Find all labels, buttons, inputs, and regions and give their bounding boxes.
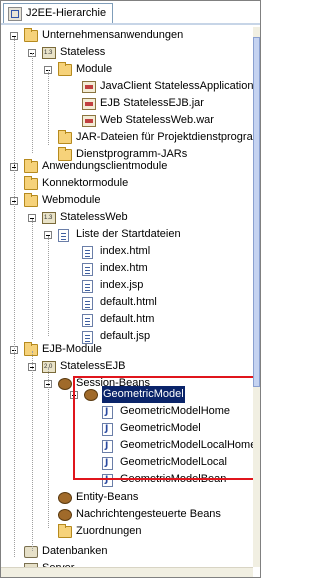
tree-node-ejb-module[interactable]: EJB-Module [1, 341, 253, 358]
file-icon [82, 263, 93, 276]
tree-node-label: JavaClient StatelessApplicationCli [100, 80, 261, 92]
tree-node-anwendungsclientmodule[interactable]: Anwendungsclientmodule [1, 158, 253, 175]
folder-icon [24, 193, 38, 207]
tree-node-label: Datenbanken [42, 545, 108, 557]
highlight-box [73, 376, 259, 480]
tree-node-label: Stateless [60, 46, 106, 58]
vertical-scrollbar[interactable] [253, 27, 260, 567]
bean-icon [58, 509, 72, 521]
tree-node-konnektormodule[interactable]: Konnektormodule [1, 175, 253, 192]
tree-node-jar-dateien[interactable]: JAR-Dateien für Projektdienstprogra [1, 129, 253, 146]
horizontal-scrollbar[interactable] [1, 567, 253, 577]
tree-connector-line [48, 368, 50, 528]
tree-node-label: Web StatelessWeb.war [100, 114, 214, 126]
tree-node-default-html[interactable]: default.html [1, 294, 253, 311]
tree-node-label: EJB-Module [42, 343, 102, 355]
jar-icon [82, 98, 96, 110]
tree-node-label: Anwendungsclientmodule [42, 160, 168, 172]
j2ee-hierarchy-icon [8, 7, 22, 21]
tree-node-unternehmensanwendungen[interactable]: Unternehmensanwendungen [1, 27, 253, 44]
folder-icon [24, 342, 38, 356]
folder-icon [24, 176, 38, 190]
tree-node-label: Module [76, 63, 113, 75]
tree-connector-line [48, 236, 50, 336]
tree-node-entity-beans[interactable]: Entity-Beans [1, 489, 253, 506]
tree-node-label: index.jsp [100, 279, 144, 291]
tree-node-javaclient[interactable]: JavaClient StatelessApplicationCli [1, 78, 260, 95]
tree-node-label: Webmodule [42, 194, 101, 206]
tree-node-datenbanken[interactable]: Datenbanken [1, 543, 253, 560]
folder-icon [58, 62, 72, 76]
tree-node-label: default.htm [100, 313, 155, 325]
file-icon [82, 280, 93, 293]
tree-node-webmodule[interactable]: Webmodule [1, 192, 253, 209]
tree-node-stateless[interactable]: Stateless [1, 44, 253, 61]
scrollbar-thumb[interactable] [253, 37, 260, 387]
tree-node-label: index.htm [100, 262, 148, 274]
tree-connector-line [32, 351, 34, 551]
tab-separator [1, 23, 260, 25]
file-icon [82, 297, 93, 310]
j2ee-hierarchy-view: J2EE-Hierarchie Unternehmensanwendungen S… [0, 0, 261, 578]
tree-node-statelessejb[interactable]: StatelessEJB [1, 358, 253, 375]
folder-icon [58, 524, 72, 538]
view-tab[interactable]: J2EE-Hierarchie [3, 3, 113, 23]
tree-node-label: Zuordnungen [76, 525, 142, 537]
tree-node-nachrichtengesteuerte-beans[interactable]: Nachrichtengesteuerte Beans [1, 506, 253, 523]
file-icon [82, 246, 93, 259]
tree-connector-line [32, 53, 34, 153]
tree-node-module[interactable]: Module [1, 61, 253, 78]
folder-icon [58, 130, 72, 144]
ear-icon [42, 47, 56, 59]
file-icon [82, 314, 93, 327]
tree-connector-line [48, 70, 50, 145]
tree-connector-line [14, 37, 16, 557]
tree-node-startdateien[interactable]: Liste der Startdateien [1, 226, 253, 243]
tree-node-default-htm[interactable]: default.htm [1, 311, 253, 328]
tree-node-label: Nachrichtengesteuerte Beans [76, 508, 221, 520]
tree-connector-line [32, 219, 34, 339]
view-title: J2EE-Hierarchie [26, 7, 107, 19]
tree-node-label: Unternehmensanwendungen [42, 29, 184, 41]
tree-node-label: StatelessWeb [60, 211, 128, 223]
tree-node-label: default.html [100, 296, 157, 308]
tree-node-index-htm[interactable]: index.htm [1, 260, 253, 277]
tree-node-zuordnungen[interactable]: Zuordnungen [1, 523, 253, 540]
tree-node-label: index.html [100, 245, 151, 257]
folder-icon [24, 159, 38, 173]
jar-icon [82, 115, 96, 127]
ear-icon [42, 212, 56, 224]
tree-node-label: Liste der Startdateien [76, 228, 181, 240]
tree-node-index-html[interactable]: index.html [1, 243, 253, 260]
tree-node-label: JAR-Dateien für Projektdienstprogra [76, 131, 253, 143]
jar-icon [82, 81, 96, 93]
file-icon [58, 229, 69, 242]
tree-node-statelessweb[interactable]: StatelessWeb [1, 209, 253, 226]
db-icon [24, 546, 38, 558]
tree-node-label: EJB StatelessEJB.jar [100, 97, 204, 109]
folder-icon [24, 28, 38, 42]
bean-icon [58, 492, 72, 504]
tree-node-label: Entity-Beans [76, 491, 139, 503]
tree-node-ejb-jar[interactable]: EJB StatelessEJB.jar [1, 95, 253, 112]
tree-node-label: StatelessEJB [60, 360, 126, 372]
tree-node-index-jsp[interactable]: index.jsp [1, 277, 253, 294]
tree-node-label: Konnektormodule [42, 177, 129, 189]
tree-node-web-war[interactable]: Web StatelessWeb.war [1, 112, 253, 129]
